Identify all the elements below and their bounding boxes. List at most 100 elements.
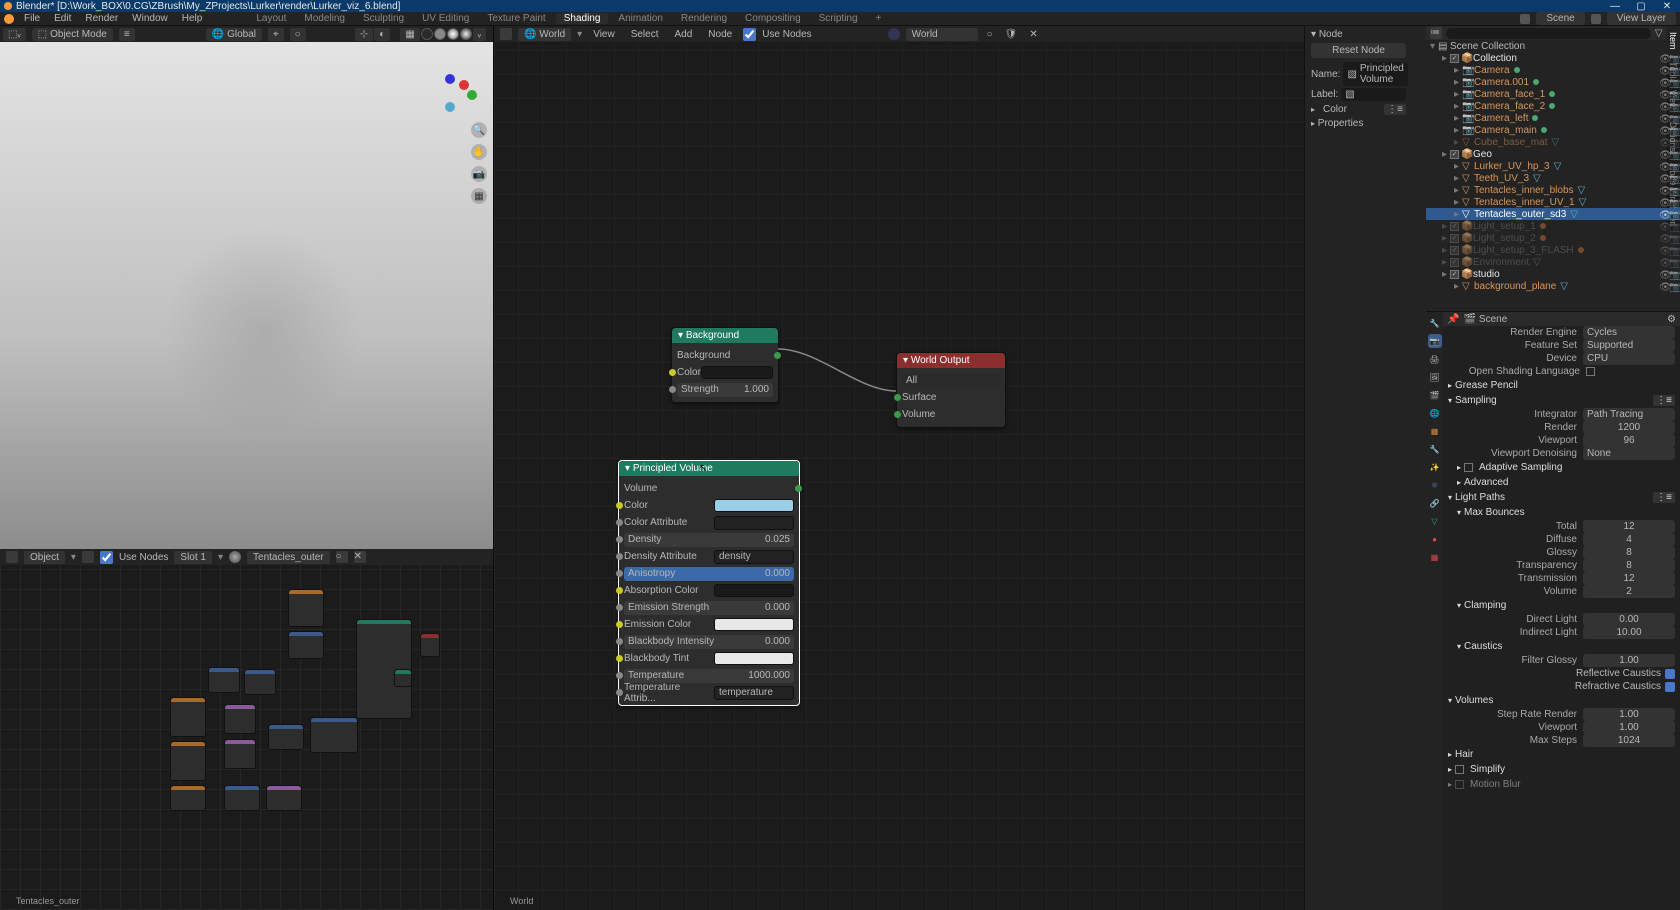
- section-adaptive[interactable]: Adaptive Sampling: [1479, 462, 1562, 473]
- camera-icon[interactable]: 📷: [1669, 210, 1677, 218]
- window-maximize-button[interactable]: ▢: [1632, 1, 1650, 12]
- outliner-item[interactable]: ▸▽Lurker_UV_hp_3▽👁📷: [1426, 160, 1680, 172]
- filter-icon[interactable]: ▽: [1655, 28, 1663, 39]
- slot-selector[interactable]: Slot 1: [174, 551, 212, 564]
- outliner-item[interactable]: ▸✓📦studio👁📷: [1426, 268, 1680, 280]
- workspace-tab-sculpting[interactable]: Sculpting: [355, 13, 412, 24]
- workspace-tab-texture paint[interactable]: Texture Paint: [479, 13, 553, 24]
- menu-render[interactable]: Render: [79, 13, 124, 24]
- section-simplify[interactable]: Simplify: [1470, 764, 1505, 775]
- workspace-tab-layout[interactable]: Layout: [248, 13, 294, 24]
- bounce-field[interactable]: 8: [1583, 559, 1675, 572]
- text-field[interactable]: temperature: [714, 686, 794, 700]
- camera-icon[interactable]: 📷: [1669, 270, 1677, 278]
- refl-caustics-checkbox[interactable]: [1665, 669, 1675, 679]
- node-header[interactable]: ▾ Principled Volume↖: [619, 461, 799, 476]
- number-field[interactable]: Emission Strength0.000: [624, 601, 794, 615]
- xray-icon[interactable]: ▦: [400, 28, 419, 41]
- shading-dropdown-icon[interactable]: ᵥ: [473, 28, 486, 41]
- material-node-graph[interactable]: [170, 589, 450, 839]
- axis-y-icon[interactable]: [467, 90, 477, 100]
- number-field[interactable]: Temperature1000.000: [624, 669, 794, 683]
- ptab-viewlayer[interactable]: 🖼: [1428, 370, 1442, 384]
- node-principled-volume[interactable]: ▾ Principled Volume↖ Volume ColorColor A…: [618, 460, 800, 706]
- color-swatch[interactable]: [714, 652, 794, 665]
- input-socket[interactable]: [616, 553, 623, 560]
- editor-type-icon[interactable]: [500, 28, 512, 40]
- camera-icon[interactable]: 📷: [1669, 198, 1677, 206]
- editor-type-icon[interactable]: ≔: [1430, 27, 1442, 39]
- ptab-particle[interactable]: ✨: [1428, 460, 1442, 474]
- outliner-item[interactable]: ▸📷Camera_left👁📷: [1426, 112, 1680, 124]
- camera-icon[interactable]: 📷: [1669, 66, 1677, 74]
- ptab-constraint[interactable]: 🔗: [1428, 496, 1442, 510]
- section-advanced[interactable]: Advanced: [1464, 477, 1508, 488]
- workspace-tab-modeling[interactable]: Modeling: [296, 13, 353, 24]
- motion-blur-checkbox[interactable]: [1455, 780, 1464, 789]
- eye-icon[interactable]: 👁: [1659, 174, 1667, 182]
- section-caustics[interactable]: Caustics: [1464, 641, 1502, 652]
- eye-icon[interactable]: 👁: [1659, 54, 1667, 62]
- output-socket[interactable]: [795, 485, 802, 492]
- ptab-texture[interactable]: ▦: [1428, 550, 1442, 564]
- use-nodes-checkbox[interactable]: [100, 551, 113, 564]
- camera-icon[interactable]: 📷: [1669, 102, 1677, 110]
- world-name-input[interactable]: World: [906, 28, 978, 41]
- workspace-tab-rendering[interactable]: Rendering: [673, 13, 735, 24]
- workspace-tab-animation[interactable]: Animation: [610, 13, 670, 24]
- editor-type-icon[interactable]: ⬚ᵥ: [3, 28, 26, 41]
- eye-icon[interactable]: 👁: [1659, 66, 1667, 74]
- zoom-icon[interactable]: 🔍: [471, 122, 487, 138]
- material-ball-icon[interactable]: [229, 551, 241, 563]
- world-datablock-icon[interactable]: [888, 28, 900, 40]
- outliner-search[interactable]: [1446, 28, 1651, 39]
- volume-socket[interactable]: [894, 411, 901, 418]
- persp-icon[interactable]: ▦: [471, 188, 487, 204]
- eye-icon[interactable]: 👁: [1659, 186, 1667, 194]
- viewport-samples-field[interactable]: 96: [1583, 434, 1675, 447]
- overlay-toggle-icon[interactable]: ◐: [374, 28, 390, 41]
- visibility-checkbox[interactable]: ✓: [1450, 222, 1459, 231]
- outliner-item[interactable]: ▸📷Camera.001👁📷: [1426, 76, 1680, 88]
- shading-matprev-icon[interactable]: [447, 28, 459, 40]
- visibility-checkbox[interactable]: ✓: [1450, 258, 1459, 267]
- ptab-material[interactable]: ●: [1428, 532, 1442, 546]
- scene-selector[interactable]: Scene: [1536, 12, 1584, 25]
- section-max-bounces[interactable]: Max Bounces: [1464, 507, 1525, 518]
- menu-node[interactable]: Node: [703, 29, 737, 40]
- section-clamping[interactable]: Clamping: [1464, 600, 1506, 611]
- material-name-input[interactable]: Tentacles_outer: [247, 551, 330, 564]
- target-dropdown[interactable]: All: [902, 374, 1000, 388]
- shader-type-selector[interactable]: Object: [24, 551, 65, 564]
- input-socket[interactable]: [616, 655, 623, 662]
- input-socket[interactable]: [616, 587, 623, 594]
- input-socket[interactable]: [669, 386, 676, 393]
- visibility-checkbox[interactable]: ✓: [1450, 54, 1459, 63]
- ptab-output[interactable]: 🖨: [1428, 352, 1442, 366]
- filter-glossy-field[interactable]: 1.00: [1583, 654, 1675, 667]
- outliner-item[interactable]: ▸▽background_plane▽👁📷: [1426, 280, 1680, 292]
- section-volumes[interactable]: Volumes: [1455, 695, 1493, 706]
- outliner[interactable]: ≔ ▽ ▢ ▾▤ Scene Collection ▸✓📦Collection👁…: [1426, 26, 1680, 312]
- text-field[interactable]: [714, 516, 794, 530]
- vol-field[interactable]: 1024: [1583, 734, 1675, 747]
- menu-edit[interactable]: Edit: [48, 13, 77, 24]
- input-socket[interactable]: [616, 536, 623, 543]
- outliner-item[interactable]: ▸▽Tentacles_inner_blobs▽👁📷: [1426, 184, 1680, 196]
- eye-icon[interactable]: 👁: [1659, 138, 1667, 146]
- unlink-world-button[interactable]: ✕: [1026, 29, 1040, 40]
- input-socket[interactable]: [616, 519, 623, 526]
- bounce-field[interactable]: 2: [1583, 585, 1675, 598]
- outliner-item[interactable]: ▸📷Camera_face_1👁📷: [1426, 88, 1680, 100]
- workspace-tab-uv editing[interactable]: UV Editing: [414, 13, 477, 24]
- 3d-viewport[interactable]: ⬚ᵥ ⬚ Object Mode ≡ 🌐 Global ⌖ ○ ⊹ ◐ ▦: [0, 26, 493, 549]
- camera-icon[interactable]: 📷: [1669, 222, 1677, 230]
- editor-type-icon[interactable]: [6, 551, 18, 563]
- outliner-item[interactable]: ▸✓📦Light_setup_2👁📷: [1426, 232, 1680, 244]
- refr-caustics-checkbox[interactable]: [1665, 682, 1675, 692]
- ptab-data[interactable]: ▽: [1428, 514, 1442, 528]
- camera-icon[interactable]: 📷: [1669, 234, 1677, 242]
- eye-icon[interactable]: 👁: [1659, 198, 1667, 206]
- axis-neg-icon[interactable]: [445, 102, 455, 112]
- outliner-item[interactable]: ▸✓📦Geo👁📷: [1426, 148, 1680, 160]
